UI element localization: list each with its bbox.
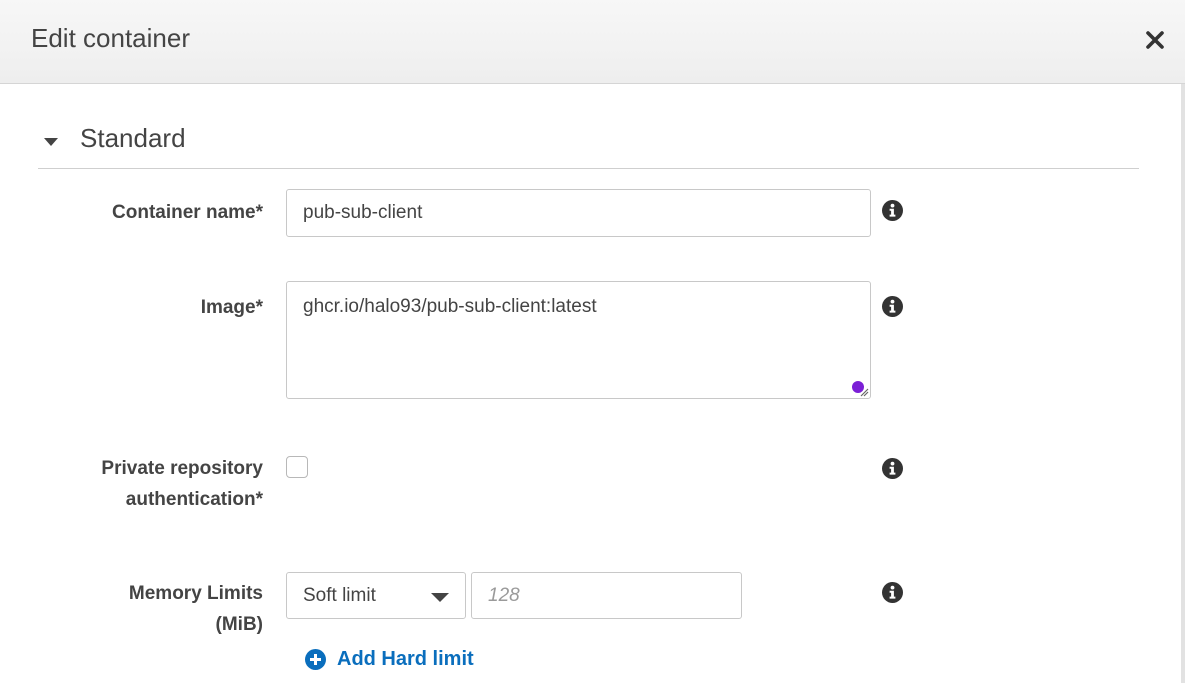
container-name-input[interactable] [286, 189, 871, 237]
add-hard-limit-link[interactable]: Add Hard limit [305, 646, 474, 672]
memory-limit-input[interactable] [471, 572, 742, 619]
image-label: Image* [200, 297, 263, 318]
chevron-down-icon [431, 593, 449, 602]
add-hard-limit-label: Add Hard limit [337, 647, 474, 670]
modal-header: Edit container [0, 0, 1185, 84]
info-icon[interactable] [882, 458, 903, 479]
private-repo-label: Private repository authentication* [101, 453, 263, 515]
image-value: ghcr.io/halo93/pub-sub-client:latest [303, 296, 597, 317]
resize-grip-icon[interactable] [859, 387, 869, 397]
private-repo-label-line1: Private repository [101, 458, 263, 479]
private-repo-label-line2: authentication* [125, 489, 263, 510]
plus-circle-icon [305, 648, 326, 670]
limit-type-value: Soft limit [303, 585, 376, 606]
info-icon[interactable] [882, 200, 903, 221]
limit-type-select[interactable]: Soft limit [286, 572, 466, 619]
memory-limits-label: Memory Limits (MiB) [129, 578, 263, 640]
image-textarea[interactable]: ghcr.io/halo93/pub-sub-client:latest [286, 281, 871, 399]
memory-limits-label-line1: Memory Limits [128, 583, 263, 604]
scrollbar[interactable] [1181, 84, 1185, 683]
caret-down-icon[interactable] [44, 138, 58, 146]
memory-limits-label-line2: (MiB) [215, 614, 263, 635]
close-icon[interactable] [1143, 28, 1167, 52]
info-icon[interactable] [882, 582, 903, 603]
container-name-label: Container name* [112, 202, 263, 223]
private-repo-checkbox[interactable] [286, 456, 308, 478]
modal-title: Edit container [31, 23, 190, 53]
section-header-standard[interactable]: Standard [38, 118, 1139, 169]
section-title: Standard [80, 123, 186, 153]
info-icon[interactable] [882, 296, 903, 317]
